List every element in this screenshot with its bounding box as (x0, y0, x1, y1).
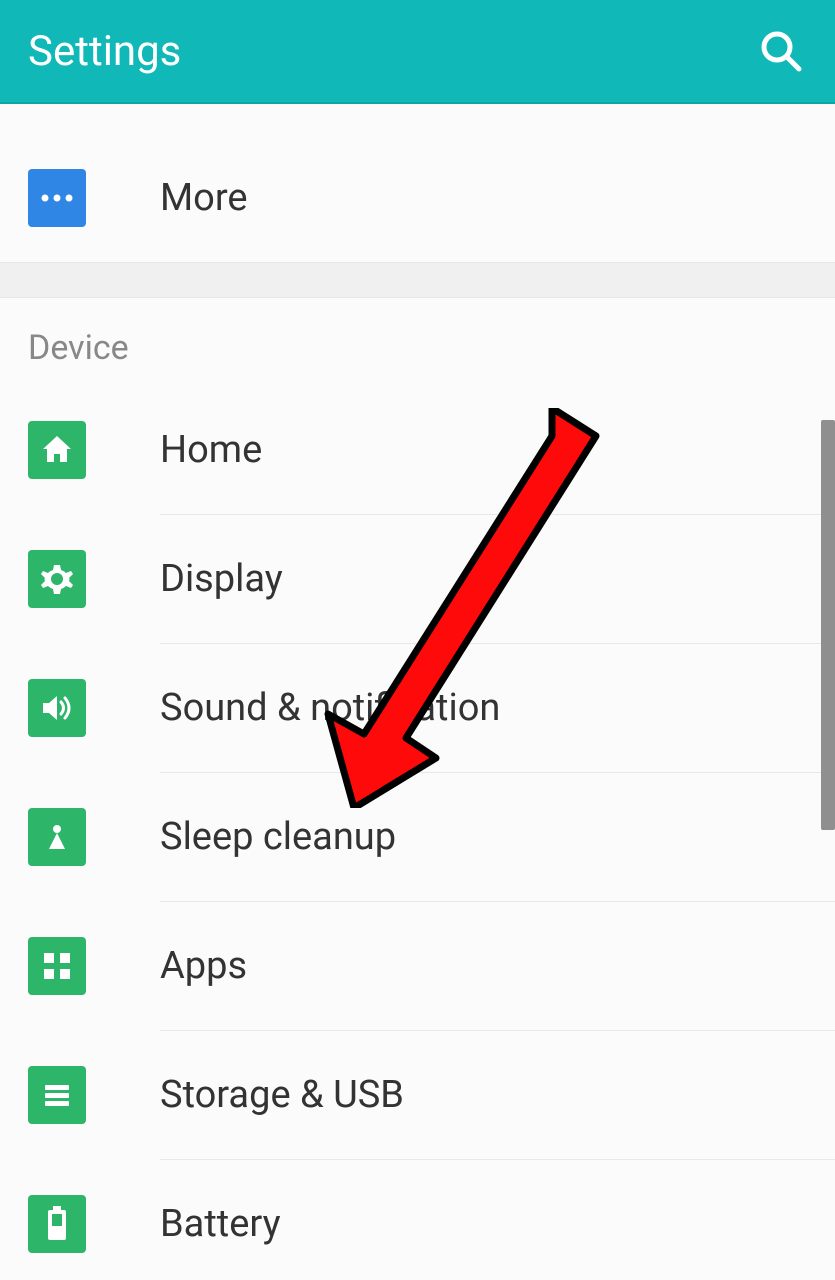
list-item-label: Sound & notification (160, 686, 835, 730)
list-item-storage[interactable]: Storage & USB (0, 1031, 835, 1159)
list-item-label: More (160, 176, 835, 220)
list-item-display[interactable]: Display (0, 515, 835, 643)
apps-icon (28, 937, 86, 995)
settings-list: More Device Home Display (0, 104, 835, 1280)
sound-icon (28, 679, 86, 737)
list-item-label: Storage & USB (160, 1073, 835, 1117)
clean-icon (28, 808, 86, 866)
storage-icon (28, 1066, 86, 1124)
list-item-home[interactable]: Home (0, 386, 835, 514)
list-item-sound[interactable]: Sound & notification (0, 644, 835, 772)
battery-icon (28, 1195, 86, 1253)
list-item-label: Display (160, 557, 835, 601)
search-button[interactable] (755, 25, 807, 77)
list-item-apps[interactable]: Apps (0, 902, 835, 1030)
search-icon (757, 27, 805, 75)
list-item-label: Battery (160, 1202, 835, 1246)
list-item-more[interactable]: More (0, 134, 835, 262)
list-item-label: Sleep cleanup (160, 815, 835, 859)
section-divider (0, 262, 835, 298)
more-icon (28, 169, 86, 227)
home-icon (28, 421, 86, 479)
page-title: Settings (28, 27, 181, 76)
scrollbar[interactable] (821, 420, 835, 830)
section-header-device: Device (0, 298, 835, 386)
app-header: Settings (0, 0, 835, 104)
list-item-sleep[interactable]: Sleep cleanup (0, 773, 835, 901)
list-item-label: Apps (160, 944, 835, 988)
list-item-label: Home (160, 428, 835, 472)
list-item-battery[interactable]: Battery (0, 1160, 835, 1280)
gear-icon (28, 550, 86, 608)
